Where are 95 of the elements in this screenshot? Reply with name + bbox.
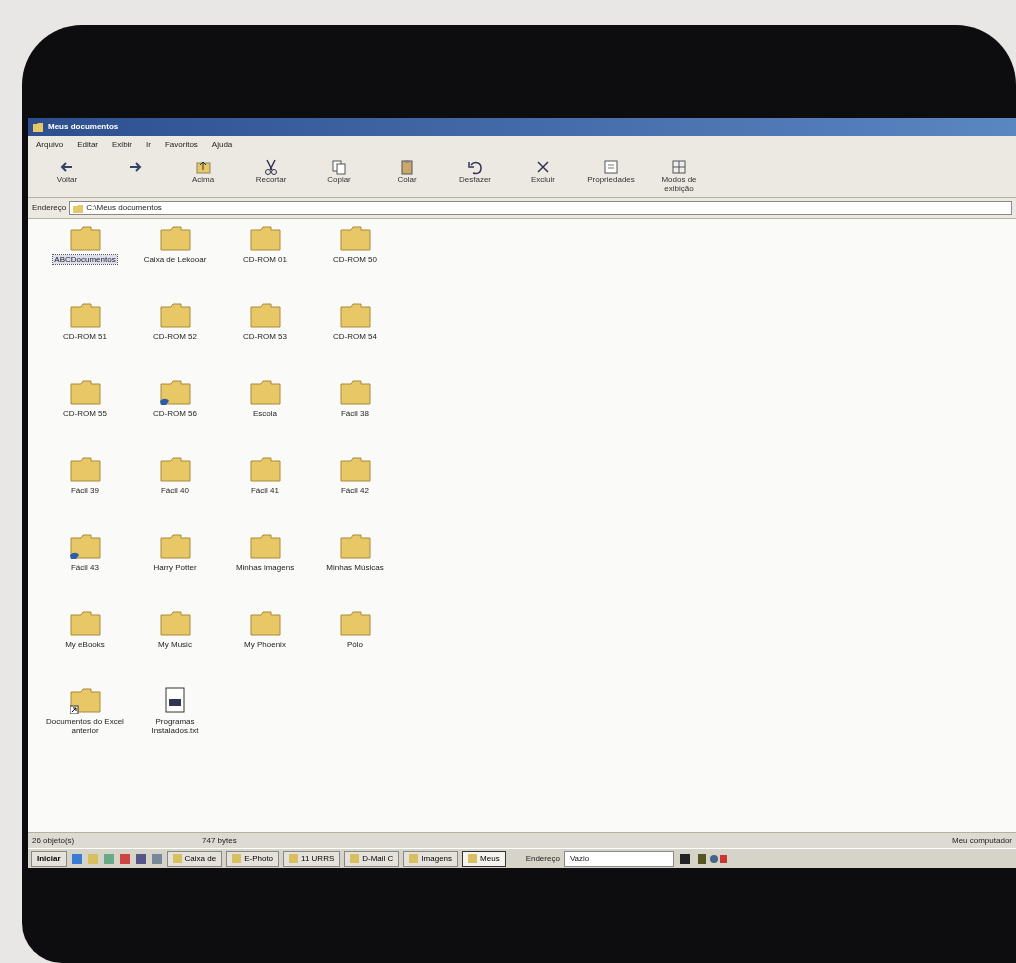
toolbar-button[interactable]: Acima — [174, 158, 232, 185]
toolbar-button[interactable]: Propriedades — [582, 158, 640, 185]
status-text: 26 objeto(s) — [31, 834, 76, 847]
quick-launch-icon — [134, 852, 147, 865]
file-name[interactable]: Fácil 38 — [340, 409, 370, 419]
folder-icon — [339, 379, 371, 406]
file-name[interactable]: Fácil 42 — [340, 486, 370, 496]
file-name[interactable]: Fácil 39 — [70, 486, 100, 496]
menu-item[interactable]: Arquivo — [36, 139, 64, 151]
copy-icon — [330, 158, 348, 176]
toolbar-button[interactable]: Colar — [378, 158, 436, 185]
file-name[interactable]: CD-ROM 50 — [332, 255, 378, 265]
menu-item[interactable]: Ajuda — [211, 139, 233, 151]
folder-icon — [159, 302, 191, 329]
properties-icon — [602, 158, 620, 176]
folder-icon — [249, 225, 281, 252]
file-name[interactable]: Fácil 41 — [250, 486, 280, 496]
menu-item[interactable]: Ir — [146, 139, 151, 151]
file-name[interactable]: Fácil 40 — [160, 486, 190, 496]
taskbar-button[interactable]: D-Mail C — [344, 850, 400, 867]
tray-icons — [677, 852, 728, 865]
folder-icon — [69, 456, 101, 483]
shared-folder-icon — [159, 379, 191, 406]
file-name[interactable]: Documentos do Excel anterior — [41, 717, 129, 736]
folder-icon — [339, 456, 371, 483]
file-name[interactable]: CD-ROM 54 — [332, 332, 378, 342]
folder-icon — [69, 379, 101, 406]
quick-launch-icon — [102, 852, 115, 865]
file-name[interactable]: My eBooks — [64, 640, 106, 650]
scissors-icon — [262, 158, 280, 176]
file-name[interactable]: Fácil 43 — [70, 563, 100, 573]
menu-item[interactable]: Editar — [77, 139, 99, 151]
views-grid-icon — [670, 158, 688, 176]
menu-item[interactable]: Favoritos — [164, 139, 198, 151]
file-name[interactable]: CD-ROM 53 — [242, 332, 288, 342]
taskbar-button[interactable]: Meus — [462, 850, 506, 867]
toolbar-button[interactable]: Desfazer — [446, 158, 504, 185]
file-name[interactable]: CD-ROM 56 — [152, 409, 198, 419]
folder-icon — [159, 456, 191, 483]
folder-icon — [73, 203, 84, 213]
file-name[interactable]: Programas Instalados.txt — [131, 717, 219, 736]
menu-item[interactable]: Exibir — [112, 139, 133, 151]
file-name[interactable]: Caixa de Lekooar — [142, 255, 208, 265]
start-button[interactable]: Iniciar — [31, 850, 67, 867]
folder-icon — [339, 225, 371, 252]
folder-icon — [339, 533, 371, 560]
folder-icon — [249, 533, 281, 560]
folder-icon — [339, 610, 371, 637]
file-name[interactable]: CD-ROM 52 — [152, 332, 198, 342]
file-name[interactable]: Harry Potter — [152, 563, 198, 573]
folder-icon — [339, 302, 371, 329]
folder-icon — [159, 225, 191, 252]
file-name[interactable]: Minhas imagens — [234, 563, 296, 573]
folder-icon — [69, 302, 101, 329]
file-name[interactable]: Minhas Músicas — [325, 563, 385, 573]
quick-launch-icon — [70, 852, 83, 865]
taskbar-button[interactable]: Imagens — [403, 850, 459, 867]
address-label: Endereço — [525, 852, 560, 865]
clipboard-icon — [398, 158, 416, 176]
window-title: Meus documentos — [48, 121, 119, 133]
toolbar-button[interactable]: Excluir — [514, 158, 572, 185]
address-field[interactable]: Vazio — [563, 850, 674, 867]
file-name[interactable]: CD-ROM 55 — [62, 409, 108, 419]
taskbar-button[interactable]: E-Photo — [226, 850, 280, 867]
toolbar-button[interactable]: Modos de exibição — [650, 158, 708, 194]
file-name[interactable]: My Phoenix — [243, 640, 287, 650]
folder-icon — [69, 610, 101, 637]
address-label: Endereço — [32, 202, 67, 214]
toolbar-button[interactable]: Copiar — [310, 158, 368, 185]
folder-icon — [159, 533, 191, 560]
file-name[interactable]: Escola — [252, 409, 278, 419]
status-text: 747 bytes — [201, 834, 238, 847]
folder-icon — [249, 379, 281, 406]
file-name[interactable]: CD-ROM 01 — [242, 255, 288, 265]
status-text: Meu computador — [950, 834, 1013, 847]
folder-icon — [249, 456, 281, 483]
folder-icon — [249, 610, 281, 637]
file-name[interactable]: CD-ROM 51 — [62, 332, 108, 342]
quick-launch-icon — [86, 852, 99, 865]
toolbar-button[interactable]: Recortar — [242, 158, 300, 185]
folder-icon — [32, 121, 44, 133]
toolbar-button[interactable]: Voltar — [38, 158, 96, 185]
folder-icon — [69, 225, 101, 252]
folder-icon — [159, 610, 191, 637]
file-name[interactable]: Pólo — [346, 640, 364, 650]
folder-icon — [249, 302, 281, 329]
shared-folder-icon — [69, 533, 101, 560]
shortcut-folder-icon — [69, 687, 101, 714]
file-name[interactable]: My Music — [157, 640, 193, 650]
address-field[interactable]: C:\Meus documentos — [69, 201, 1012, 215]
quick-launch-icon — [150, 852, 163, 865]
taskbar-button[interactable]: Caixa de — [166, 850, 223, 867]
taskbar-button[interactable]: 11 URRS — [283, 850, 341, 867]
file-name[interactable]: ABCDocumentos — [53, 255, 117, 265]
quick-launch-icon — [118, 852, 131, 865]
